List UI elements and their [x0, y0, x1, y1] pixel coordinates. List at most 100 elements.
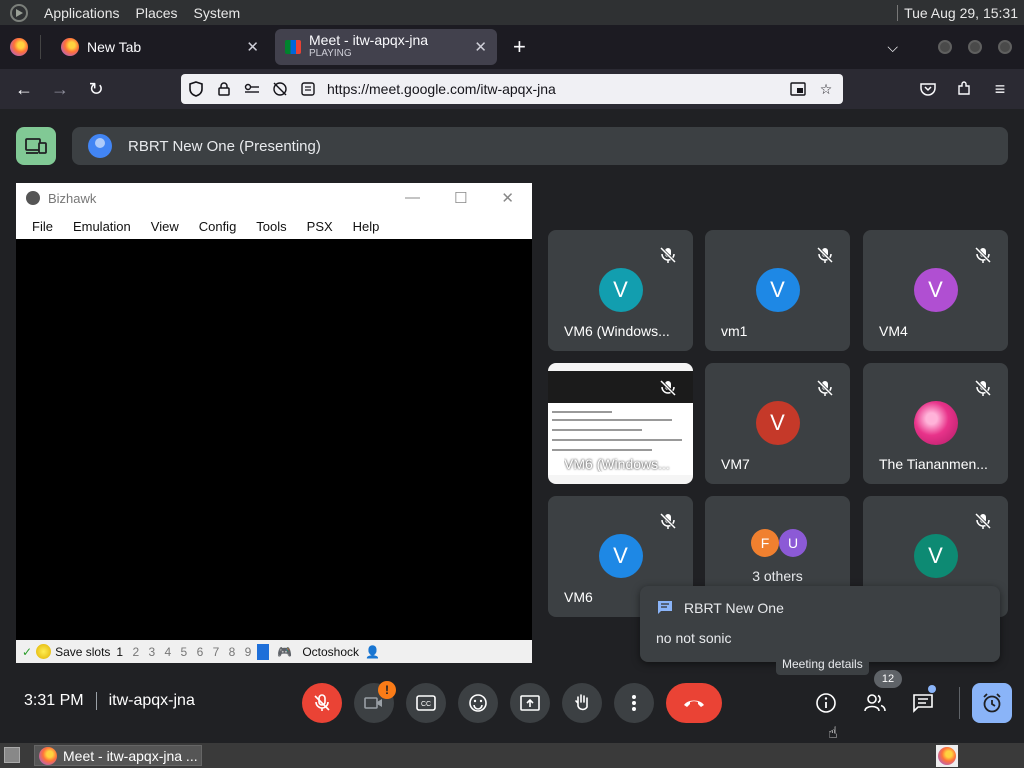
svg-text:CC: CC [421, 701, 431, 708]
present-screen-icon [520, 695, 540, 711]
unread-chat-dot [928, 685, 936, 693]
participant-avatar: V [598, 268, 643, 312]
toolbar-divider [959, 687, 960, 719]
participant-name: VM6 (Windows... [564, 456, 670, 472]
captions-button[interactable]: CC [406, 683, 446, 723]
picture-in-picture-icon[interactable] [787, 78, 809, 100]
check-icon: ✓ [22, 644, 33, 659]
taskbar-window-meet[interactable]: Meet - itw-apqx-jna ... [34, 745, 202, 766]
forward-arrow-icon[interactable]: → [46, 75, 74, 103]
url-text[interactable]: https://meet.google.com/itw-apqx-jna [327, 81, 556, 97]
muted-mic-icon [816, 246, 834, 264]
raise-hand-button[interactable] [562, 683, 602, 723]
extensions-icon[interactable] [950, 75, 978, 103]
more-options-button[interactable] [614, 683, 654, 723]
hamburger-menu-icon[interactable]: ≡ [986, 75, 1014, 103]
tray-firefox-icon[interactable] [936, 744, 958, 767]
chat-button[interactable] [903, 683, 943, 723]
menu-applications[interactable]: Applications [44, 5, 120, 21]
minimize-window-button[interactable] [938, 40, 952, 54]
bookmark-star-icon[interactable]: ☆ [815, 78, 837, 100]
tracking-shield-icon[interactable] [185, 78, 207, 100]
blocked-camera-icon[interactable] [269, 78, 291, 100]
meeting-info: 3:31 PM itw-apqx-jna [24, 692, 195, 710]
participant-avatar: V [755, 268, 800, 312]
tab-meet[interactable]: Meet - itw-apqx-jna PLAYING ✕ [275, 29, 497, 65]
muted-mic-icon [974, 512, 992, 530]
close-tab-icon[interactable]: ✕ [246, 38, 259, 56]
participant-tile[interactable]: V VM4 [863, 230, 1008, 351]
meeting-details-button[interactable] [806, 683, 846, 723]
participant-avatar: U [779, 529, 807, 557]
presenter-avatar [88, 134, 112, 158]
bizhawk-menu-file: File [32, 218, 53, 234]
menu-system[interactable]: System [194, 5, 241, 21]
chat-icon [913, 694, 933, 713]
bizhawk-menu-help: Help [352, 218, 380, 234]
participant-tile[interactable]: V VM6 (Windows... [548, 230, 693, 351]
new-tab-plus-icon[interactable]: + [513, 34, 526, 60]
close-window-button[interactable] [998, 40, 1012, 54]
chat-notification[interactable]: RBRT New One no not sonic [640, 586, 1000, 662]
list-tabs-chevron-icon[interactable]: ⌵ [887, 39, 898, 56]
activities-button[interactable] [972, 683, 1012, 723]
tab-divider [40, 35, 41, 59]
close-tab-icon[interactable]: ✕ [474, 38, 487, 56]
tab-new-tab[interactable]: New Tab ✕ [51, 29, 269, 65]
participant-tile[interactable]: The Tiananmen... [863, 363, 1008, 484]
bizhawk-menu-view: View [150, 218, 179, 234]
thumbnail-line [552, 419, 672, 421]
url-bar[interactable]: https://meet.google.com/itw-apqx-jna ☆ [181, 74, 843, 104]
pocket-icon[interactable] [914, 75, 942, 103]
show-desktop-icon[interactable] [4, 747, 20, 763]
toggle-microphone-button[interactable] [302, 683, 342, 723]
thumbnail-line [552, 439, 682, 441]
tab-playing-label: PLAYING [309, 48, 352, 59]
reload-icon[interactable]: ↻ [82, 75, 110, 103]
participant-name: VM4 [879, 323, 908, 339]
firefox-view-icon[interactable] [10, 38, 28, 56]
back-arrow-icon[interactable]: ← [10, 75, 38, 103]
thumbnail-line [552, 429, 642, 431]
os-logo-icon[interactable] [10, 3, 28, 22]
participant-tile[interactable]: V VM7 [705, 363, 850, 484]
participant-avatar: V [755, 401, 800, 445]
participant-avatar: F [751, 529, 779, 557]
lock-icon[interactable] [213, 78, 235, 100]
url-domain: google.com [404, 81, 477, 97]
tab-title: New Tab [87, 39, 142, 55]
bizhawk-title: Bizhawk [48, 190, 97, 206]
slot-number: 2 [132, 644, 140, 659]
participant-avatar: V [913, 534, 958, 578]
participant-tile[interactable]: V vm1 [705, 230, 850, 351]
people-icon [864, 694, 886, 712]
navigation-bar: ← → ↻ https://meet.google.com/itw-apqx-j… [0, 69, 1024, 109]
more-vertical-icon [632, 695, 636, 711]
menu-places[interactable]: Places [136, 5, 178, 21]
bizhawk-titlebar: Bizhawk — ☐ ✕ [16, 183, 532, 213]
leave-call-button[interactable] [666, 683, 722, 723]
bizhawk-menu-tools: Tools [256, 218, 287, 234]
slot-number: 5 [180, 644, 188, 659]
slot-number: 1 [116, 644, 124, 659]
maximize-window-button[interactable] [968, 40, 982, 54]
participant-screen-tile[interactable]: VM6 (Windows... [548, 363, 693, 484]
toggle-camera-button[interactable]: ! [354, 681, 396, 723]
reader-notes-icon[interactable] [297, 78, 319, 100]
mouse-pointer-hand-icon: ☝ [828, 725, 838, 742]
firefox-tab-icon [61, 38, 79, 56]
presenting-devices-button[interactable] [16, 127, 56, 165]
taskbar-window-title: Meet - itw-apqx-jna ... [63, 747, 198, 764]
reactions-button[interactable] [458, 683, 498, 723]
mic-off-icon [314, 694, 330, 711]
camera-warning-badge: ! [378, 681, 396, 699]
chat-sender: RBRT New One [684, 600, 784, 616]
save-state-icon [36, 644, 52, 659]
clock[interactable]: Tue Aug 29, 15:31 [904, 5, 1018, 21]
tab-strip: New Tab ✕ Meet - itw-apqx-jna PLAYING ✕ … [0, 25, 1024, 69]
url-prefix: https://meet. [327, 81, 405, 97]
permissions-icon[interactable] [241, 78, 263, 100]
people-button[interactable] [855, 683, 895, 723]
participant-name: The Tiananmen... [879, 456, 988, 472]
present-screen-button[interactable] [510, 683, 550, 723]
